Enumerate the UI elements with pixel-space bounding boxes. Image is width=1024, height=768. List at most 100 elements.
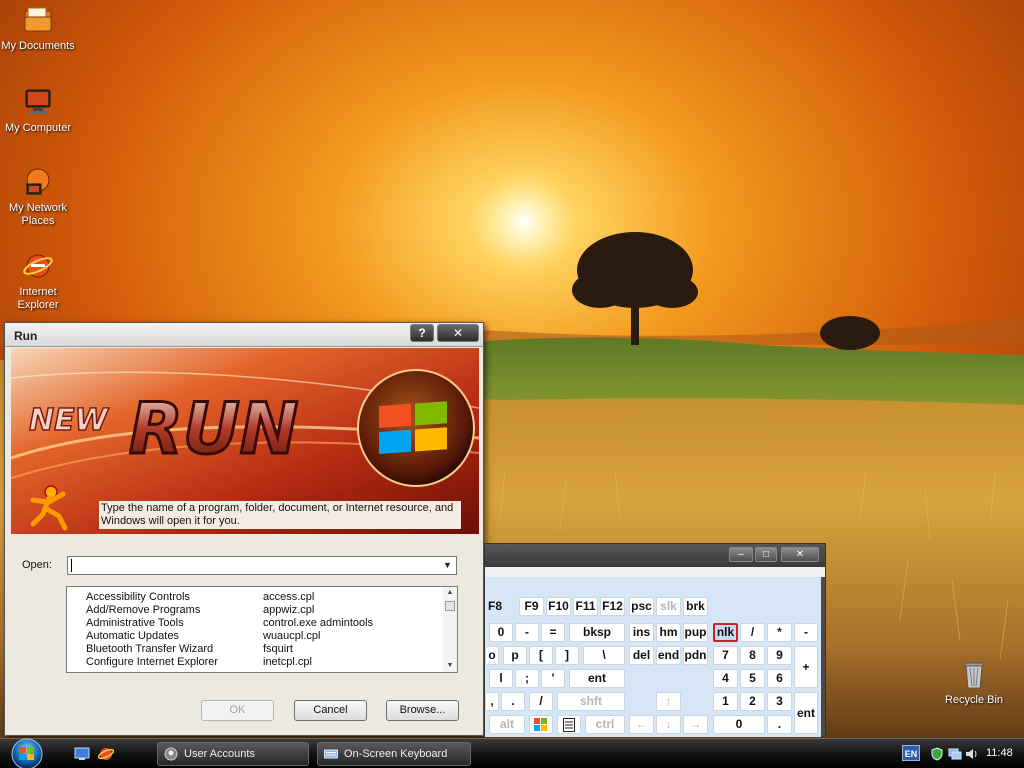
key-arrow-left[interactable]: ← xyxy=(629,715,654,734)
desktop-icon-recycle-bin[interactable]: Recycle Bin xyxy=(936,658,1012,707)
on-screen-keyboard-window: – □ ✕ F8 F9 F10 F11 F12 psc slk brk 0 - … xyxy=(484,543,826,737)
key-minus[interactable]: - xyxy=(515,623,539,642)
key-num-7[interactable]: 7 xyxy=(713,646,738,665)
key-equals[interactable]: = xyxy=(541,623,565,642)
key-right-bracket[interactable]: ] xyxy=(555,646,579,665)
key-num-minus[interactable]: - xyxy=(794,623,818,642)
key-quote[interactable]: ' xyxy=(541,669,565,688)
keyboard-icon xyxy=(324,749,338,759)
open-label: Open: xyxy=(22,559,52,571)
key-num-plus[interactable]: + xyxy=(794,646,818,688)
taskbar-item-on-screen-keyboard[interactable]: On-Screen Keyboard xyxy=(317,742,471,766)
security-shield-icon[interactable] xyxy=(930,747,944,761)
desktop-icon-my-network-places[interactable]: My Network Places xyxy=(0,166,76,228)
start-button[interactable] xyxy=(3,737,47,768)
key-backspace[interactable]: bksp xyxy=(569,623,625,642)
key-semicolon[interactable]: ; xyxy=(515,669,539,688)
show-desktop-icon[interactable] xyxy=(74,746,90,762)
key-num-4[interactable]: 4 xyxy=(713,669,738,688)
run-titlebar[interactable]: Run ? ✕ xyxy=(5,323,483,347)
user-accounts-icon xyxy=(164,747,178,761)
key-alt[interactable]: alt xyxy=(489,715,525,734)
taskbar-item-user-accounts[interactable]: User Accounts xyxy=(157,742,309,766)
key-num-3[interactable]: 3 xyxy=(767,692,792,711)
key-l[interactable]: l xyxy=(489,669,513,688)
key-num-period[interactable]: . xyxy=(767,715,792,734)
key-arrow-up[interactable]: ↑ xyxy=(656,692,681,711)
desktop-icon-my-documents[interactable]: My Documents xyxy=(0,4,76,53)
browse-button[interactable]: Browse... xyxy=(386,700,459,721)
scroll-thumb[interactable] xyxy=(445,601,455,611)
language-indicator[interactable]: EN xyxy=(902,745,920,761)
key-comma[interactable]: , xyxy=(485,692,499,711)
key-brk[interactable]: brk xyxy=(683,597,708,616)
key-0[interactable]: 0 xyxy=(489,623,513,642)
key-num-1[interactable]: 1 xyxy=(713,692,738,711)
key-num-8[interactable]: 8 xyxy=(740,646,765,665)
key-page-down[interactable]: pdn xyxy=(683,646,708,665)
key-end[interactable]: end xyxy=(656,646,681,665)
key-arrow-right[interactable]: → xyxy=(683,715,708,734)
key-ctrl[interactable]: ctrl xyxy=(585,715,625,734)
context-menu-icon xyxy=(563,718,575,732)
minimize-button[interactable]: – xyxy=(729,547,753,562)
key-num-0[interactable]: 0 xyxy=(713,715,765,734)
key-windows[interactable] xyxy=(529,715,553,734)
key-num-6[interactable]: 6 xyxy=(767,669,792,688)
key-num-9[interactable]: 9 xyxy=(767,646,792,665)
key-delete[interactable]: del xyxy=(629,646,654,665)
key-psc[interactable]: psc xyxy=(629,597,654,616)
osk-titlebar[interactable]: – □ ✕ xyxy=(485,544,825,567)
cancel-button[interactable]: Cancel xyxy=(294,700,367,721)
desktop-icon-label: My Network Places xyxy=(8,202,68,227)
desktop-icon-label: My Documents xyxy=(1,40,75,52)
close-button[interactable]: ✕ xyxy=(781,547,819,562)
open-input[interactable] xyxy=(70,558,436,573)
key-f8[interactable]: F8 xyxy=(485,597,505,616)
key-num-star[interactable]: * xyxy=(767,623,792,642)
key-num-lock[interactable]: nlk xyxy=(713,623,738,642)
control-panel-list[interactable]: Accessibility Controls access.cpl Add/Re… xyxy=(66,586,458,673)
scroll-up-icon[interactable]: ▲ xyxy=(443,587,457,599)
key-menu[interactable] xyxy=(557,715,581,734)
key-forward-slash[interactable]: / xyxy=(529,692,553,711)
list-scrollbar[interactable]: ▲ ▼ xyxy=(443,587,457,672)
key-o[interactable]: o xyxy=(485,646,499,665)
text-caret xyxy=(71,559,72,572)
key-f10[interactable]: F10 xyxy=(546,597,571,616)
internet-explorer-icon[interactable] xyxy=(98,746,114,762)
run-logo-graphic: RUN xyxy=(129,388,298,470)
key-left-bracket[interactable]: [ xyxy=(529,646,553,665)
desktop-icon-my-computer[interactable]: My Computer xyxy=(0,86,76,135)
key-page-up[interactable]: pup xyxy=(683,623,708,642)
network-tray-icon[interactable] xyxy=(948,747,962,761)
ok-button[interactable]: OK xyxy=(201,700,274,721)
key-backslash[interactable]: \ xyxy=(583,646,625,665)
clock[interactable]: 11:48 xyxy=(986,747,1013,759)
close-button[interactable]: ✕ xyxy=(437,324,479,342)
volume-icon[interactable] xyxy=(964,747,978,761)
desktop-icon-label: Recycle Bin xyxy=(944,694,1004,706)
scroll-down-icon[interactable]: ▼ xyxy=(443,660,457,672)
key-shift[interactable]: shft xyxy=(557,692,625,711)
help-button[interactable]: ? xyxy=(410,324,434,342)
key-num-5[interactable]: 5 xyxy=(740,669,765,688)
key-home[interactable]: hm xyxy=(656,623,681,642)
key-enter[interactable]: ent xyxy=(569,669,625,688)
maximize-button[interactable]: □ xyxy=(755,547,777,562)
desktop-icon-internet-explorer[interactable]: Internet Explorer xyxy=(0,250,76,312)
key-f11[interactable]: F11 xyxy=(573,597,598,616)
folder-documents-icon xyxy=(24,7,52,32)
key-f12[interactable]: F12 xyxy=(600,597,625,616)
key-slk[interactable]: slk xyxy=(656,597,681,616)
key-p[interactable]: p xyxy=(503,646,527,665)
key-num-2[interactable]: 2 xyxy=(740,692,765,711)
dropdown-arrow-icon[interactable]: ▼ xyxy=(439,557,456,574)
key-arrow-down[interactable]: ↓ xyxy=(656,715,681,734)
key-insert[interactable]: ins xyxy=(629,623,654,642)
open-combobox[interactable]: ▼ xyxy=(67,556,457,575)
key-num-enter[interactable]: ent xyxy=(794,692,818,734)
key-num-slash[interactable]: / xyxy=(740,623,765,642)
key-f9[interactable]: F9 xyxy=(519,597,544,616)
key-period[interactable]: . xyxy=(501,692,525,711)
